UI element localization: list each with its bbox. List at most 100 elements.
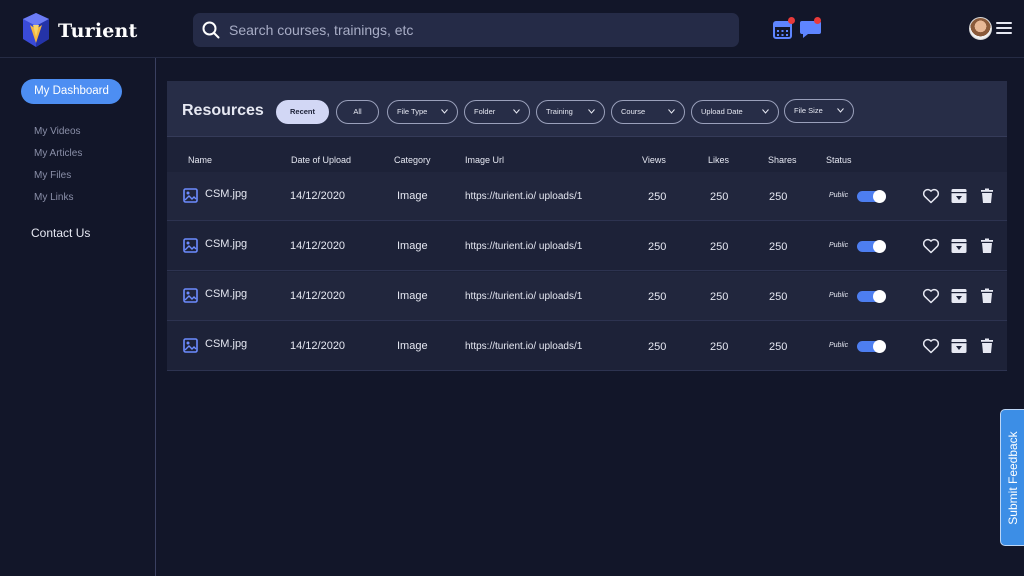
- trash-icon[interactable]: [978, 187, 996, 205]
- status-label: Public: [829, 292, 849, 299]
- messages-notification-dot: [814, 17, 821, 24]
- hamburger-menu-icon[interactable]: [996, 22, 1012, 35]
- status-label: Public: [829, 192, 849, 199]
- filter-file-size-label: File Size: [794, 106, 823, 115]
- heart-icon[interactable]: [922, 337, 940, 355]
- filter-upload-date[interactable]: Upload Date: [691, 100, 779, 124]
- my-dashboard-button[interactable]: My Dashboard: [21, 79, 122, 104]
- heart-icon[interactable]: [922, 187, 940, 205]
- submit-feedback-button[interactable]: Submit Feedback: [1000, 409, 1024, 546]
- heart-icon[interactable]: [922, 287, 940, 305]
- likes-count: 250: [710, 241, 729, 253]
- image-url[interactable]: https://turient.io/ uploads/1: [465, 191, 582, 202]
- sidebar-item-contact-us[interactable]: Contact Us: [31, 226, 90, 240]
- shares-count: 250: [769, 291, 788, 303]
- chevron-down-icon: [588, 109, 595, 114]
- archive-icon[interactable]: [950, 237, 968, 255]
- table-row[interactable]: CSM.jpg 14/12/2020 Image https://turient.io…: [167, 322, 1007, 371]
- column-header-likes[interactable]: Likes: [708, 155, 729, 165]
- image-icon: [183, 188, 198, 203]
- image-url[interactable]: https://turient.io/ uploads/1: [465, 291, 582, 302]
- filter-recent[interactable]: Recent: [276, 100, 329, 124]
- search-input[interactable]: [229, 13, 729, 47]
- messages-button[interactable]: [799, 17, 823, 40]
- file-name[interactable]: CSM.jpg: [205, 338, 247, 350]
- filter-training[interactable]: Training: [536, 100, 605, 124]
- chevron-down-icon: [668, 109, 675, 114]
- filter-file-type[interactable]: File Type: [387, 100, 458, 124]
- file-name[interactable]: CSM.jpg: [205, 188, 247, 200]
- column-header-date[interactable]: Date of Upload: [291, 155, 351, 165]
- column-header-views[interactable]: Views: [642, 155, 666, 165]
- image-url[interactable]: https://turient.io/ uploads/1: [465, 241, 582, 252]
- resources-panel: Resources Recent All File Type Folder Tr…: [167, 81, 1007, 371]
- category: Image: [397, 190, 428, 202]
- archive-icon[interactable]: [950, 287, 968, 305]
- trash-icon[interactable]: [978, 287, 996, 305]
- filter-file-type-label: File Type: [397, 107, 428, 116]
- table-row[interactable]: CSM.jpg 14/12/2020 Image https://turient.io…: [167, 222, 1007, 271]
- column-header-image-url[interactable]: Image Url: [465, 155, 504, 165]
- filter-course[interactable]: Course: [611, 100, 685, 124]
- sidebar-item-my-links[interactable]: My Links: [34, 192, 73, 203]
- sidebar-item-my-videos[interactable]: My Videos: [34, 126, 81, 137]
- submit-feedback-label: Submit Feedback: [1005, 430, 1020, 525]
- status-label: Public: [829, 342, 849, 349]
- category: Image: [397, 240, 428, 252]
- column-header-shares[interactable]: Shares: [768, 155, 797, 165]
- file-name[interactable]: CSM.jpg: [205, 238, 247, 250]
- avatar[interactable]: [969, 17, 992, 40]
- page-title: Resources: [182, 102, 264, 119]
- chevron-down-icon: [837, 108, 844, 113]
- shares-count: 250: [769, 191, 788, 203]
- column-header-name[interactable]: Name: [188, 155, 212, 165]
- filter-folder[interactable]: Folder: [464, 100, 530, 124]
- filter-training-label: Training: [546, 107, 573, 116]
- views-count: 250: [648, 291, 667, 303]
- filter-folder-label: Folder: [474, 107, 496, 116]
- trash-icon[interactable]: [978, 337, 996, 355]
- column-header-category[interactable]: Category: [394, 155, 431, 165]
- brand-name[interactable]: Turient: [58, 20, 138, 42]
- status-toggle[interactable]: [857, 290, 886, 303]
- image-icon: [183, 288, 198, 303]
- chevron-down-icon: [513, 109, 520, 114]
- status-toggle[interactable]: [857, 340, 886, 353]
- top-bar: Turient: [0, 0, 1024, 58]
- filter-file-size[interactable]: File Size: [784, 99, 854, 123]
- likes-count: 250: [710, 291, 729, 303]
- image-icon: [183, 238, 198, 253]
- image-icon: [183, 338, 198, 353]
- turient-logo-icon[interactable]: [22, 13, 50, 47]
- heart-icon[interactable]: [922, 237, 940, 255]
- shares-count: 250: [769, 241, 788, 253]
- sidebar-item-my-articles[interactable]: My Articles: [34, 148, 82, 159]
- status-label: Public: [829, 242, 849, 249]
- resources-header: Resources Recent All File Type Folder Tr…: [167, 81, 1007, 137]
- upload-date: 14/12/2020: [290, 240, 346, 252]
- archive-icon[interactable]: [950, 337, 968, 355]
- table-row[interactable]: CSM.jpg 14/12/2020 Image https://turient.io…: [167, 272, 1007, 321]
- status-toggle[interactable]: [857, 240, 886, 253]
- views-count: 250: [648, 341, 667, 353]
- sidebar: My Dashboard My Videos My Articles My Fi…: [0, 58, 156, 576]
- calendar-button[interactable]: [772, 17, 795, 40]
- search-icon[interactable]: [202, 21, 220, 39]
- calendar-notification-dot: [788, 17, 795, 24]
- shares-count: 250: [769, 341, 788, 353]
- filter-upload-date-label: Upload Date: [701, 107, 743, 116]
- sidebar-item-my-files[interactable]: My Files: [34, 170, 71, 181]
- column-header-status[interactable]: Status: [826, 155, 852, 165]
- image-url[interactable]: https://turient.io/ uploads/1: [465, 341, 582, 352]
- filter-all[interactable]: All: [336, 100, 379, 124]
- views-count: 250: [648, 241, 667, 253]
- table-row[interactable]: CSM.jpg 14/12/2020 Image https://turient.io…: [167, 172, 1007, 221]
- views-count: 250: [648, 191, 667, 203]
- chevron-down-icon: [441, 109, 448, 114]
- archive-icon[interactable]: [950, 187, 968, 205]
- status-toggle[interactable]: [857, 190, 886, 203]
- likes-count: 250: [710, 341, 729, 353]
- filter-course-label: Course: [621, 107, 646, 116]
- trash-icon[interactable]: [978, 237, 996, 255]
- file-name[interactable]: CSM.jpg: [205, 288, 247, 300]
